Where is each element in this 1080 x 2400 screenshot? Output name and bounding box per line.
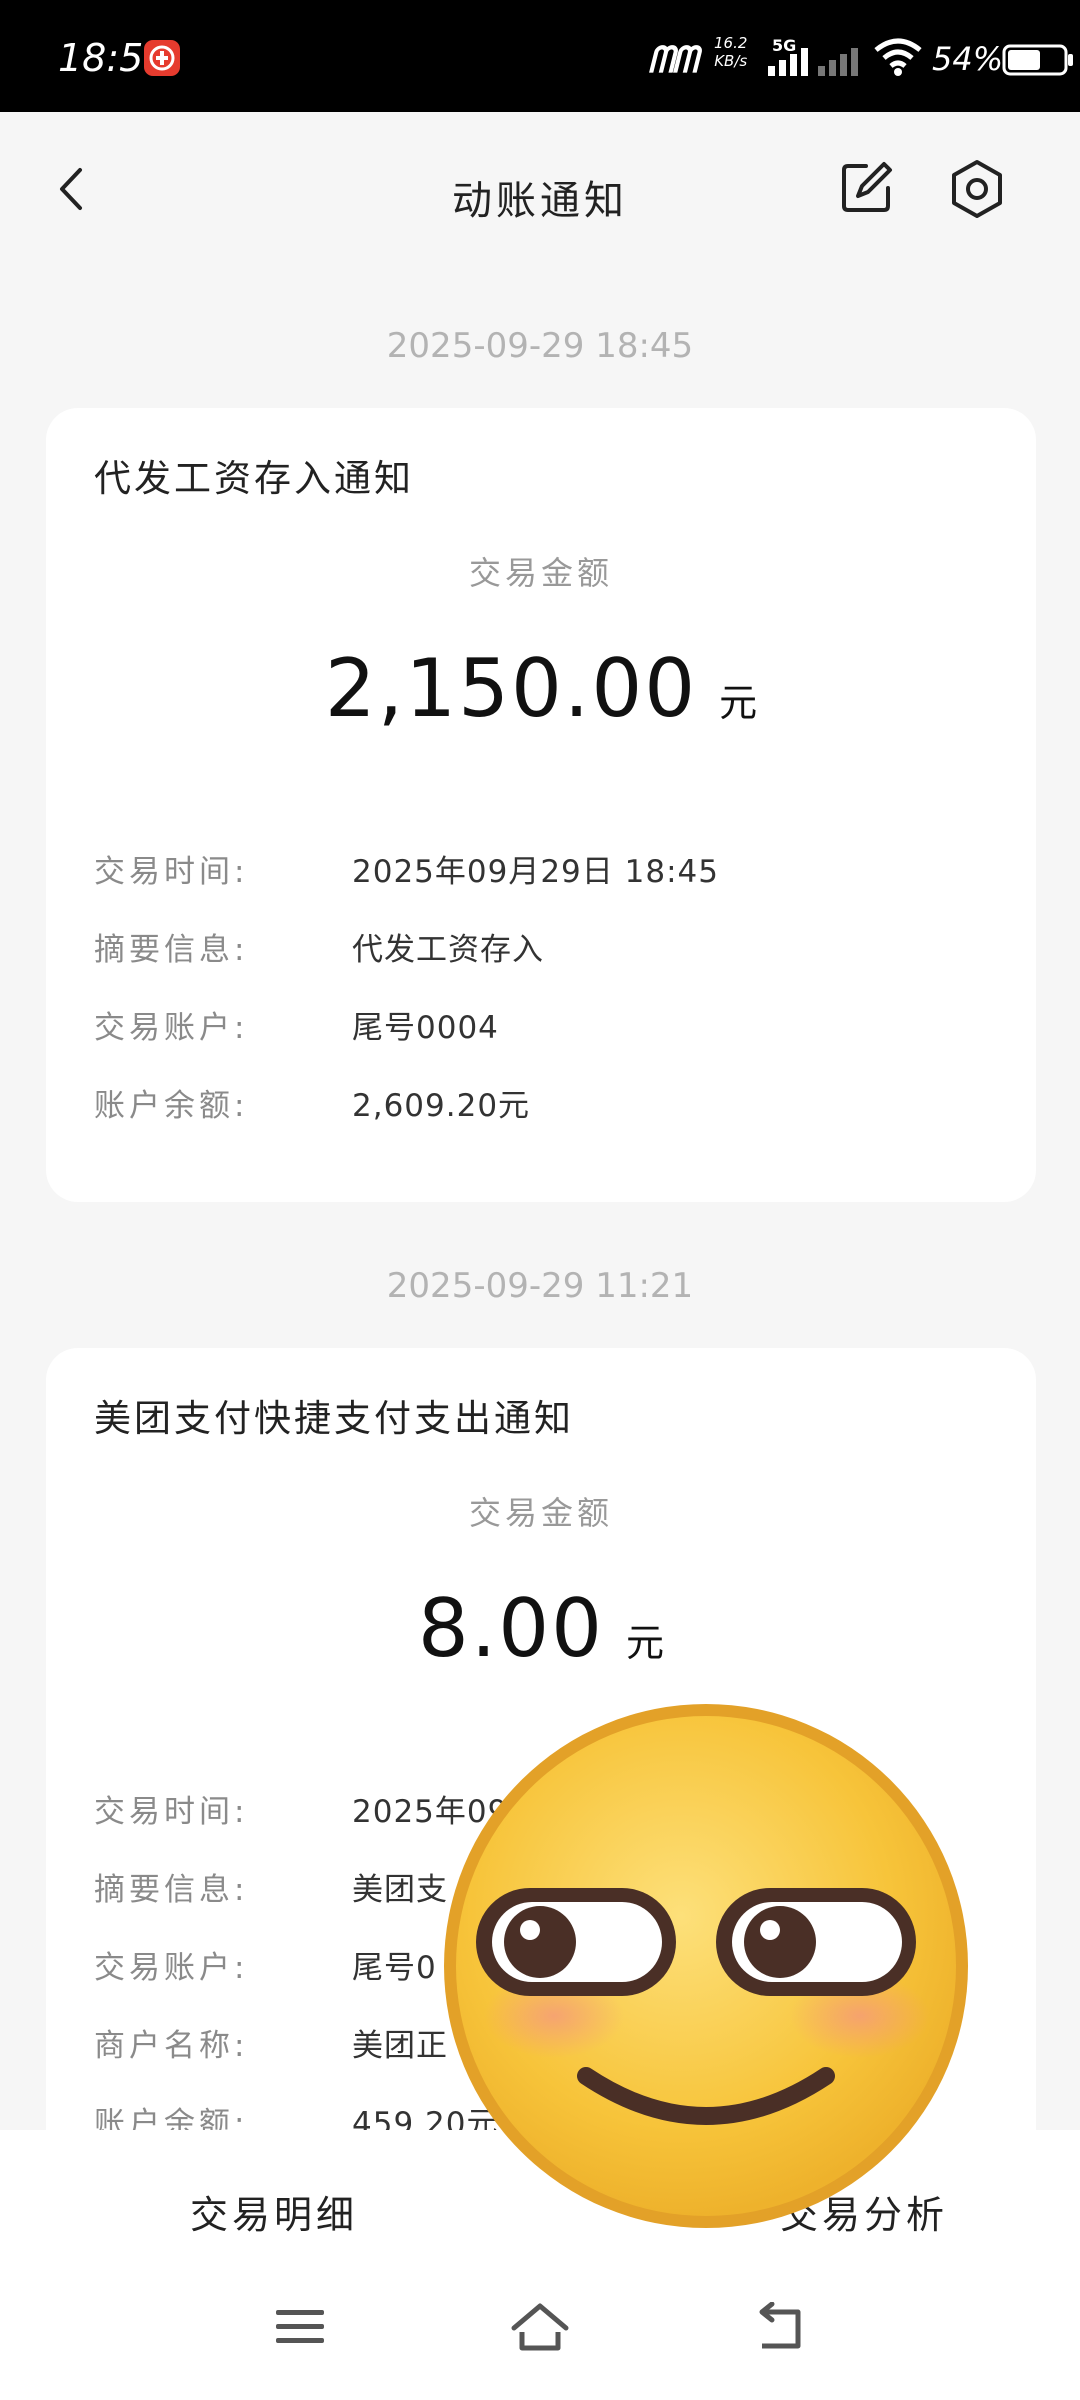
menu-icon[interactable]: [272, 2302, 328, 2352]
field-label: 商户名称:: [94, 2028, 249, 2064]
back-icon[interactable]: [752, 2302, 808, 2354]
app-notification-icon: [144, 40, 180, 76]
status-bar: 18:56 ᗰᗰ 16.2 KB/s 5G 54%: [0, 0, 1080, 112]
signal-icon-secondary: [818, 48, 858, 76]
field-label: 摘要信息:: [94, 1872, 249, 1908]
field-label: 摘要信息:: [94, 932, 249, 968]
battery-icon: [1002, 44, 1073, 76]
battery-percent: 54%: [932, 40, 1004, 78]
amount-value: 2,150.00: [324, 642, 698, 735]
home-icon[interactable]: [508, 2300, 572, 2356]
carrier-logo: ᗰᗰ: [648, 40, 698, 81]
network-speed-unit: KB/s: [714, 52, 748, 70]
notification-timestamp: 2025-09-29 11:21: [386, 1266, 694, 1306]
network-speed: 16.2 KB/s: [714, 34, 747, 70]
field-value: 尾号0004: [352, 1010, 499, 1046]
tab-transaction-detail[interactable]: 交易明细: [190, 2184, 358, 2239]
wifi-icon: [874, 38, 922, 76]
card-title: 代发工资存入通知: [94, 457, 414, 500]
amount-value: 8.00: [417, 1582, 605, 1675]
notification-card-salary[interactable]: 代发工资存入通知 交易金额 2,150.00 元 交易时间: 2025年09月29…: [46, 408, 1036, 1202]
field-label: 交易时间:: [94, 1794, 249, 1830]
page-title: 动账通知: [452, 178, 628, 224]
app-header: 动账通知: [0, 112, 1080, 266]
field-value: 2025年09月29日 18:45: [352, 854, 719, 890]
field-label: 交易账户:: [94, 1950, 249, 1986]
amount-unit: 元: [626, 1621, 665, 1665]
smiling-emoji-sticker: [444, 1704, 968, 2228]
card-title: 美团支付快捷支付支出通知: [94, 1397, 574, 1440]
settings-icon[interactable]: [946, 158, 1008, 220]
network-speed-value: 16.2: [714, 34, 748, 52]
field-value: 代发工资存入: [352, 932, 544, 968]
amount-row: 2,150.00 元: [46, 642, 1036, 735]
field-label: 交易账户:: [94, 1010, 249, 1046]
amount-unit: 元: [719, 681, 758, 725]
field-value: 美团正: [352, 2028, 448, 2064]
amount-row: 8.00 元: [46, 1582, 1036, 1675]
system-navigation-bar: [0, 2280, 1080, 2400]
edit-icon[interactable]: [836, 158, 896, 218]
field-label: 交易时间:: [94, 854, 249, 890]
field-label: 账户余额:: [94, 1088, 249, 1124]
amount-caption: 交易金额: [468, 554, 613, 592]
signal-icon: [768, 48, 808, 76]
field-value: 尾号0: [352, 1950, 437, 1986]
field-value: 美团支: [352, 1872, 448, 1908]
notification-timestamp: 2025-09-29 18:45: [386, 326, 694, 366]
amount-caption: 交易金额: [468, 1494, 613, 1532]
field-value: 2,609.20元: [352, 1088, 531, 1124]
